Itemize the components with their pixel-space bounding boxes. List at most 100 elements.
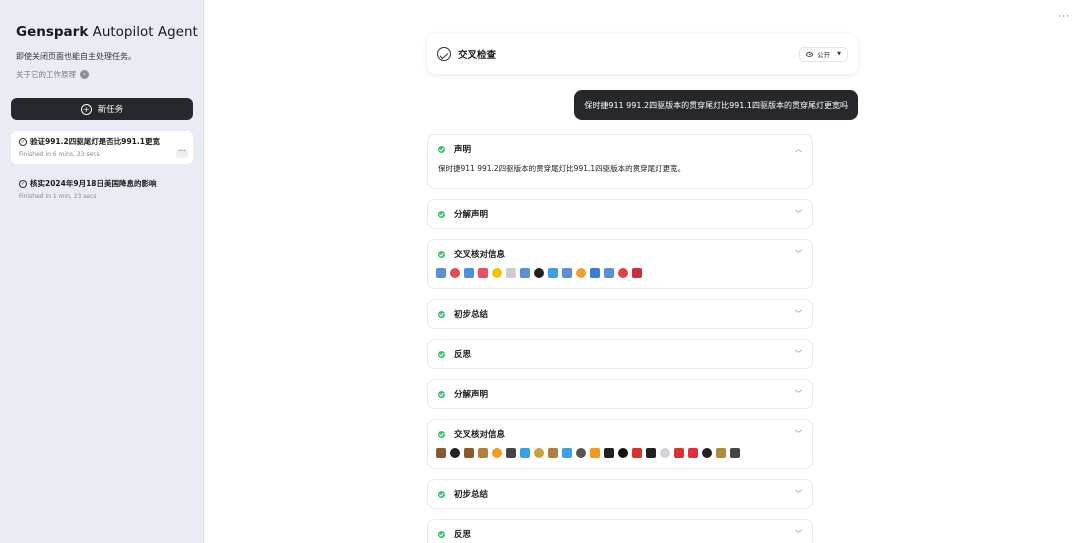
source-favicon-icon[interactable] xyxy=(464,268,474,278)
source-favicon-icon[interactable] xyxy=(716,448,726,458)
source-favicon-icon[interactable] xyxy=(674,448,684,458)
source-favicon-icon[interactable] xyxy=(688,448,698,458)
source-favicon-icon[interactable] xyxy=(548,268,558,278)
visibility-label: 公开 xyxy=(817,51,831,59)
visibility-dropdown[interactable]: 公开 ▼ xyxy=(799,46,848,62)
eye-icon xyxy=(806,51,814,57)
task-status: Finished in 1 min, 23 secs xyxy=(19,193,97,200)
check-circle-icon: ✓ xyxy=(19,179,27,188)
source-favicon-icon[interactable] xyxy=(562,448,572,458)
source-favicon-icon[interactable] xyxy=(576,448,586,458)
source-favicon-icon[interactable] xyxy=(632,268,642,278)
task-title: 验证991.2四驱尾灯是否比991.1更宽 xyxy=(30,137,160,146)
task-item[interactable]: ✓ 核实2024年9月18日美国降息的影响 Finished in 1 min, … xyxy=(11,173,193,206)
brand-title: Genspark Autopilot Agent xyxy=(16,24,198,40)
source-favicon-icon[interactable] xyxy=(506,448,516,458)
task-status: Finished in 6 mins, 23 secs xyxy=(19,151,100,158)
step-label: 分解声明 xyxy=(454,390,489,400)
step-header[interactable]: 初步总结 ﹀ xyxy=(428,480,812,508)
sidebar: Genspark Autopilot Agent 即使关闭页面也能自主处理任务。… xyxy=(0,0,204,543)
source-favicon-icon[interactable] xyxy=(464,448,474,458)
step-body: 保时捷911 991.2四驱版本的贯穿尾灯比991.1四驱版本的贯穿尾灯更宽。 xyxy=(438,164,686,173)
task-header: 交叉检查 公开 ▼ xyxy=(427,34,858,74)
source-favicon-icon[interactable] xyxy=(450,268,460,278)
source-favicon-icon[interactable] xyxy=(534,268,544,278)
source-favicon-icon[interactable] xyxy=(632,448,642,458)
chevron-down-icon: ﹀ xyxy=(795,350,802,358)
source-favicon-icon[interactable] xyxy=(604,268,614,278)
source-favicon-icon[interactable] xyxy=(590,448,600,458)
source-favicon-icon[interactable] xyxy=(604,448,614,458)
step-card: 分解声明 ﹀ xyxy=(427,379,813,409)
check-done-icon xyxy=(438,210,445,218)
step-card: 分解声明 ﹀ xyxy=(427,199,813,229)
source-favicon-icon[interactable] xyxy=(506,268,516,278)
step-label: 交叉核对信息 xyxy=(454,430,506,440)
source-favicon-icon[interactable] xyxy=(618,268,628,278)
new-task-label: 新任务 xyxy=(97,105,124,115)
source-favicon-icon[interactable] xyxy=(436,448,446,458)
step-card: 初步总结 ﹀ xyxy=(427,479,813,509)
plus-icon: + xyxy=(80,103,92,115)
arrow-right-icon: › xyxy=(80,70,89,79)
caret-down-icon: ▼ xyxy=(837,51,841,57)
more-menu-icon[interactable]: ··· xyxy=(1058,12,1070,22)
step-label: 交叉核对信息 xyxy=(454,250,506,260)
source-favicon-icon[interactable] xyxy=(562,268,572,278)
step-header[interactable]: 分解声明 ﹀ xyxy=(428,200,812,228)
step-card: 初步总结 ﹀ xyxy=(427,299,813,329)
source-favicon-icon[interactable] xyxy=(436,268,446,278)
check-done-icon xyxy=(438,310,445,318)
chevron-down-icon: ﹀ xyxy=(795,210,802,218)
source-favicon-icon[interactable] xyxy=(646,448,656,458)
check-done-icon xyxy=(438,430,445,438)
step-card: 声明 ︿ 保时捷911 991.2四驱版本的贯穿尾灯比991.1四驱版本的贯穿尾… xyxy=(427,134,813,189)
source-favicon-icon[interactable] xyxy=(576,268,586,278)
cross-check-icon xyxy=(437,47,451,61)
new-task-button[interactable]: + 新任务 xyxy=(11,98,193,120)
source-favicon-icon[interactable] xyxy=(590,268,600,278)
page-title: 交叉检查 xyxy=(458,50,497,61)
step-card: 反思 ﹀ xyxy=(427,339,813,369)
step-card: 交叉核对信息 ﹀ xyxy=(427,239,813,289)
how-it-works-link[interactable]: 关于它的工作原理 › xyxy=(16,69,89,80)
source-favicon-icon[interactable] xyxy=(548,448,558,458)
how-it-works-label: 关于它的工作原理 xyxy=(16,70,76,79)
step-header[interactable]: 初步总结 ﹀ xyxy=(428,300,812,328)
step-card: 交叉核对信息 ﹀ xyxy=(427,419,813,469)
step-header[interactable]: 反思 ﹀ xyxy=(428,340,812,368)
step-header[interactable]: 交叉核对信息 ﹀ xyxy=(428,420,812,448)
step-label: 反思 xyxy=(454,530,472,540)
chevron-down-icon: ﹀ xyxy=(795,530,802,538)
more-options-icon[interactable]: ··· xyxy=(176,148,188,158)
source-favicon-icon[interactable] xyxy=(730,448,740,458)
source-favicon-icon[interactable] xyxy=(702,448,712,458)
source-favicon-icon[interactable] xyxy=(478,268,488,278)
check-done-icon xyxy=(438,530,445,538)
step-header[interactable]: 交叉核对信息 ﹀ xyxy=(428,240,812,268)
source-favicon-icon[interactable] xyxy=(660,448,670,458)
source-favicon-icon[interactable] xyxy=(492,448,502,458)
task-item[interactable]: ✓ 验证991.2四驱尾灯是否比991.1更宽 Finished in 6 min… xyxy=(11,131,193,164)
source-favicon-icon[interactable] xyxy=(450,448,460,458)
source-favicon-icon[interactable] xyxy=(492,268,502,278)
source-icons xyxy=(428,268,812,278)
chevron-down-icon: ﹀ xyxy=(795,490,802,498)
source-favicon-icon[interactable] xyxy=(520,268,530,278)
step-header[interactable]: 声明 ︿ xyxy=(428,135,812,163)
user-message: 保时捷911 991.2四驱版本的贯穿尾灯比991.1四驱版本的贯穿尾灯更宽吗 xyxy=(574,90,858,120)
check-done-icon xyxy=(438,390,445,398)
chevron-down-icon: ﹀ xyxy=(795,310,802,318)
step-label: 初步总结 xyxy=(454,490,489,500)
source-favicon-icon[interactable] xyxy=(534,448,544,458)
source-favicon-icon[interactable] xyxy=(618,448,628,458)
source-favicon-icon[interactable] xyxy=(520,448,530,458)
source-favicon-icon[interactable] xyxy=(478,448,488,458)
source-icons xyxy=(428,448,812,458)
check-done-icon xyxy=(438,250,445,258)
step-header[interactable]: 反思 ﹀ xyxy=(428,520,812,543)
step-header[interactable]: 分解声明 ﹀ xyxy=(428,380,812,408)
brand-subtitle: 即使关闭页面也能自主处理任务。 xyxy=(16,52,136,61)
check-done-icon xyxy=(438,350,445,358)
step-label: 声明 xyxy=(454,145,472,155)
